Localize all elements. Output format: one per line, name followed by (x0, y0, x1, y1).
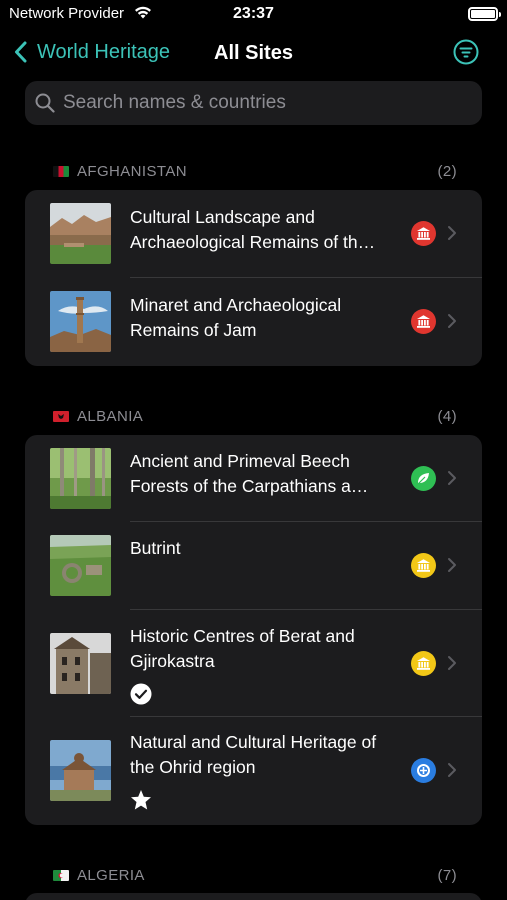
site-thumbnail (50, 203, 111, 264)
site-text: Minaret and Archaeological Remains of Ja… (130, 293, 400, 342)
natural-site-badge-icon (411, 466, 436, 491)
temple-icon (417, 227, 430, 240)
site-thumbnail (50, 291, 111, 352)
site-thumbnail (50, 448, 111, 509)
visited-check-icon (130, 683, 152, 705)
section-header-algeria: ALGERIA (7) (53, 867, 457, 884)
site-text: Butrint (130, 536, 400, 561)
list-item[interactable]: Cultural Landscape and Archaeological Re… (25, 190, 482, 278)
star-icon (131, 790, 151, 810)
list-item[interactable]: Natural and Cultural Heritage of the Ohr… (25, 717, 482, 825)
afghanistan-flag-icon (53, 166, 69, 177)
mixed-site-badge-icon (411, 758, 436, 783)
section-count: (4) (437, 408, 457, 425)
site-text: Cultural Landscape and Archaeological Re… (130, 205, 400, 254)
section-card-algeria (25, 893, 482, 900)
navigation-bar: World Heritage All Sites (0, 30, 507, 76)
section-country-name: ALGERIA (77, 867, 145, 884)
chevron-right-icon (448, 314, 456, 328)
chevron-right-icon (448, 471, 456, 485)
temple-icon (417, 315, 430, 328)
section-country-name: ALBANIA (77, 408, 144, 425)
albania-flag-icon (53, 411, 69, 422)
site-thumbnail (50, 740, 111, 801)
site-title: Ancient and Primeval Beech Forests of th… (130, 451, 369, 496)
chevron-right-icon (448, 558, 456, 572)
site-title: Natural and Cultural Heritage of the Ohr… (130, 732, 377, 777)
battery-icon (468, 7, 501, 21)
chevron-right-icon (448, 763, 456, 777)
search-icon (35, 93, 55, 113)
site-text: Historic Centres of Berat and Gjirokastr… (130, 624, 400, 673)
cultural-site-badge-icon (411, 651, 436, 676)
search-input[interactable] (63, 92, 482, 114)
section-card-afghanistan: Cultural Landscape and Archaeological Re… (25, 190, 482, 366)
clock: 23:37 (233, 5, 274, 22)
cultural-site-badge-icon (411, 553, 436, 578)
list-item[interactable]: Minaret and Archaeological Remains of Ja… (25, 278, 482, 366)
back-button-label: World Heritage (37, 40, 171, 63)
temple-icon (417, 559, 430, 572)
status-bar: Network Provider 23:37 (0, 0, 507, 30)
chevron-right-icon (448, 226, 456, 240)
temple-icon (417, 657, 430, 670)
filter-icon[interactable] (453, 39, 479, 65)
site-title: Butrint (130, 538, 181, 558)
cultural-site-badge-icon (411, 309, 436, 334)
list-item[interactable]: Ancient and Primeval Beech Forests of th… (25, 435, 482, 522)
back-button[interactable]: World Heritage (14, 38, 170, 66)
section-count: (2) (437, 163, 457, 180)
section-header-albania: ALBANIA (4) (53, 408, 457, 425)
site-thumbnail (50, 633, 111, 694)
chevron-right-icon (448, 656, 456, 670)
section-country-name: AFGHANISTAN (77, 163, 187, 180)
section-card-albania: Ancient and Primeval Beech Forests of th… (25, 435, 482, 825)
site-title: Historic Centres of Berat and Gjirokastr… (130, 626, 355, 671)
section-header-afghanistan: AFGHANISTAN (2) (53, 163, 457, 180)
site-text: Natural and Cultural Heritage of the Ohr… (130, 730, 400, 779)
section-count: (7) (437, 867, 457, 884)
leaf-icon (418, 473, 429, 484)
algeria-flag-icon (53, 870, 69, 881)
search-bar[interactable] (25, 81, 482, 125)
cultural-site-badge-icon (411, 221, 436, 246)
site-thumbnail (50, 535, 111, 596)
site-title: Cultural Landscape and Archaeological Re… (130, 207, 376, 252)
list-item[interactable]: Historic Centres of Berat and Gjirokastr… (25, 610, 482, 717)
list-item[interactable]: Butrint (25, 522, 482, 610)
site-title: Minaret and Archaeological Remains of Ja… (130, 295, 342, 340)
chevron-left-icon (15, 41, 27, 63)
mixed-heritage-icon (417, 764, 430, 777)
site-text: Ancient and Primeval Beech Forests of th… (130, 449, 400, 498)
